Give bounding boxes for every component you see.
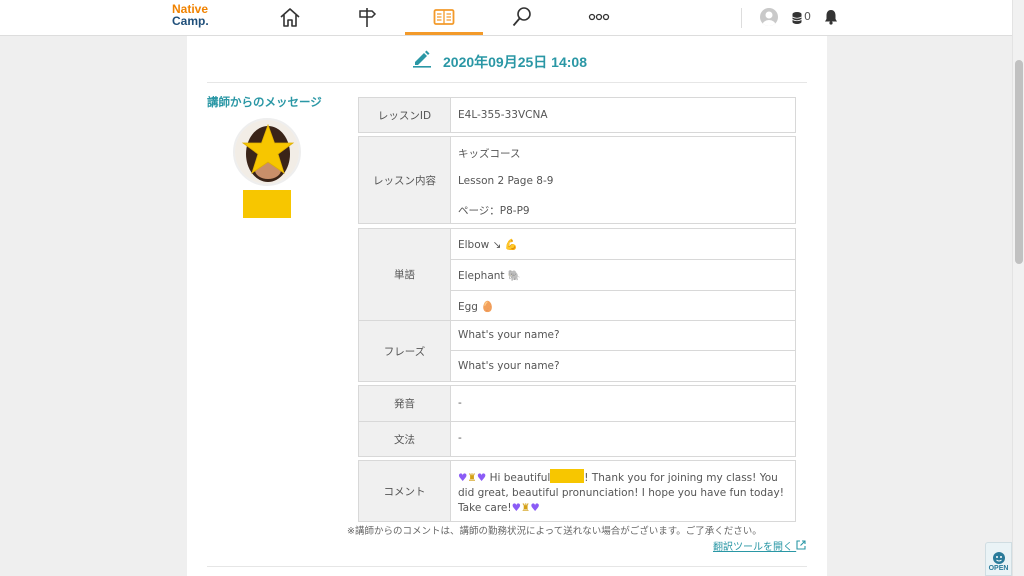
top-navigation-bar: Native Camp. 0	[0, 0, 1012, 36]
lesson-id-value: E4L-355-33VCNA	[458, 109, 548, 121]
lesson-id-row: レッスンID E4L-355-33VCNA	[359, 98, 795, 132]
vocab-row: 単語 Elbow ↘ 💪 Elephant 🐘 Egg 🥚	[359, 229, 795, 320]
comment-disclaimer: ※講師からのコメントは、講師の勤務状況によって送れない場合がございます。ご了承く…	[347, 526, 762, 537]
home-icon[interactable]	[278, 6, 302, 28]
open-widget-label: OPEN	[988, 565, 1009, 572]
teacher-avatar[interactable]	[233, 118, 301, 186]
lesson-course: キッズコース	[458, 148, 521, 160]
lesson-page-jp: ページ：P8-P9	[458, 205, 530, 217]
comment-greeting: Hi beautiful	[489, 472, 551, 484]
vocab-item: Elephant 🐘	[458, 270, 521, 282]
pronunciation-grammar-block: 発音 - 文法 -	[358, 385, 796, 457]
lesson-datetime: 2020年09月25日 14:08	[443, 54, 587, 70]
lesson-page: Lesson 2 Page 8-9	[458, 175, 554, 187]
phrase-item: What's your name?	[458, 329, 560, 341]
trophy-icon: ♜	[467, 472, 477, 484]
translate-tool-link[interactable]: 翻訳ツールを開く	[713, 538, 806, 553]
teacher-name-redacted	[243, 190, 291, 218]
vocab-item: Elbow ↘ 💪	[458, 239, 518, 251]
lesson-id-label: レッスンID	[359, 98, 451, 132]
lesson-content-block: レッスン内容 キッズコース Lesson 2 Page 8-9 ページ：P8-P…	[358, 136, 796, 224]
coin-count: 0	[804, 10, 811, 23]
trophy-icon: ♜	[521, 502, 531, 514]
book-icon[interactable]	[432, 6, 456, 28]
vocab-label: 単語	[359, 229, 451, 320]
signpost-icon[interactable]	[355, 6, 379, 28]
divider	[207, 566, 807, 567]
translate-tool-link-label: 翻訳ツールを開く	[713, 542, 793, 553]
lesson-content-label: レッスン内容	[359, 137, 451, 223]
divider	[451, 259, 795, 260]
vocab-item: Egg 🥚	[458, 301, 495, 313]
open-chat-widget[interactable]: OPEN	[985, 542, 1012, 576]
comment-block: コメント ♥♜♥ Hi beautiful! Thank you for joi…	[358, 460, 796, 522]
comment-row: コメント ♥♜♥ Hi beautiful! Thank you for joi…	[359, 461, 795, 521]
heart-icon: ♥	[476, 472, 487, 484]
heart-icon: ♥	[530, 502, 540, 514]
lesson-content-row: レッスン内容 キッズコース Lesson 2 Page 8-9 ページ：P8-P…	[359, 137, 795, 223]
lesson-id-block: レッスンID E4L-355-33VCNA	[358, 97, 796, 133]
grammar-label: 文法	[359, 422, 451, 456]
active-tab-indicator	[405, 32, 483, 35]
search-icon[interactable]	[510, 6, 534, 28]
external-link-icon	[796, 540, 806, 553]
divider	[207, 82, 807, 83]
pen-icon	[412, 48, 432, 72]
grammar-row: 文法 -	[359, 421, 795, 456]
pronunciation-row: 発音 -	[359, 386, 795, 421]
student-name-redacted	[550, 469, 585, 483]
heart-icon: ♥	[458, 472, 468, 484]
page-scrollbar[interactable]	[1012, 0, 1024, 576]
user-avatar[interactable]	[760, 8, 778, 26]
logo-line-2: Camp.	[172, 14, 209, 28]
comment-text: ♥♜♥ Hi beautiful! Thank you for joining …	[458, 469, 796, 516]
lesson-date-row: 2020年09月25日 14:08	[187, 36, 827, 84]
chat-mascot-icon	[992, 552, 1005, 564]
lesson-report-card: 2020年09月25日 14:08 講師からのメッセージ レッスンID E4L-…	[187, 36, 827, 576]
vocab-phrase-block: 単語 Elbow ↘ 💪 Elephant 🐘 Egg 🥚 フレーズ What'…	[358, 228, 796, 382]
pronunciation-label: 発音	[359, 386, 451, 421]
grammar-value: -	[458, 432, 462, 444]
phrase-row: フレーズ What's your name? What's your name?	[359, 320, 795, 381]
phrase-label: フレーズ	[359, 321, 451, 381]
pronunciation-value: -	[458, 397, 462, 409]
bell-icon[interactable]	[824, 9, 838, 29]
comment-label: コメント	[359, 461, 451, 521]
scrollbar-thumb[interactable]	[1015, 60, 1023, 264]
phrase-item: What's your name?	[458, 360, 560, 372]
divider	[451, 290, 795, 291]
native-camp-logo[interactable]: Native Camp.	[172, 3, 222, 27]
heart-icon: ♥	[511, 502, 521, 514]
coin-stack-icon[interactable]	[792, 10, 802, 24]
header-divider	[741, 8, 742, 28]
divider	[451, 350, 795, 351]
more-icon[interactable]	[587, 6, 611, 28]
teacher-message-label: 講師からのメッセージ	[207, 95, 322, 109]
